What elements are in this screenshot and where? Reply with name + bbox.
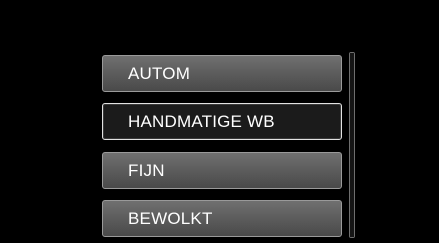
menu-item-fijn[interactable]: FIJN	[102, 152, 342, 189]
menu-item-label: BEWOLKT	[128, 209, 213, 228]
menu-item-autom[interactable]: AUTOM	[102, 55, 342, 92]
menu-item-label: FIJN	[128, 161, 165, 180]
menu-item-handmatige-wb[interactable]: HANDMATIGE WB	[102, 103, 342, 140]
menu-item-label: HANDMATIGE WB	[128, 112, 275, 131]
menu-item-bewolkt[interactable]: BEWOLKT	[102, 200, 342, 237]
menu-scrollbar[interactable]	[349, 52, 355, 238]
camera-menu-screen: AUTOM HANDMATIGE WB FIJN BEWOLKT	[0, 0, 439, 243]
menu-item-label: AUTOM	[128, 64, 191, 83]
scrollbar-thumb[interactable]	[350, 53, 354, 237]
